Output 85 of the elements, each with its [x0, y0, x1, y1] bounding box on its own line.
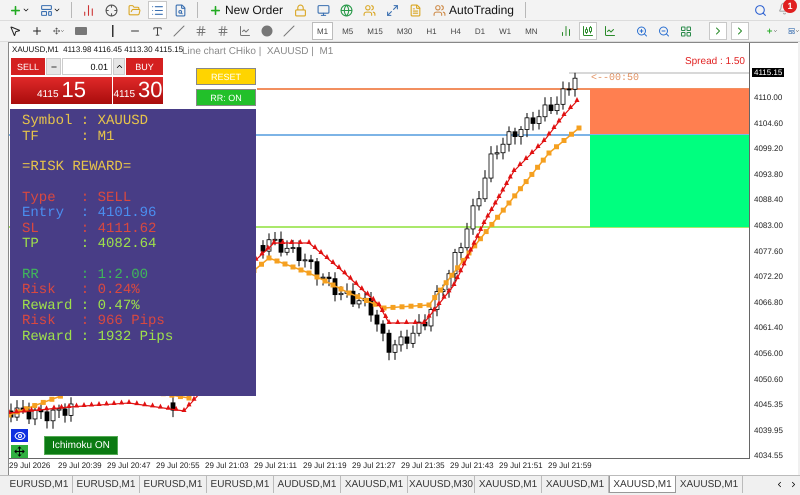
candlestick-icon[interactable] [578, 22, 597, 40]
time-tick: 29 Jul 21:35 [401, 461, 445, 470]
chart-tab[interactable]: XAUUSD,M30 [408, 476, 475, 493]
new-order-button[interactable]: New Order [205, 1, 288, 19]
timeframe-button[interactable]: MN [520, 22, 543, 40]
countdown-label: <--00:50 [591, 73, 640, 84]
time-tick: 29 Jul 21:03 [205, 461, 249, 470]
info-line: Reward : 1932 Pips [22, 330, 174, 345]
autoscroll-icon[interactable] [730, 22, 749, 40]
increase-lot-button[interactable] [113, 58, 125, 75]
info-line: Risk : 966 Pips [22, 314, 166, 330]
time-tick: 29 Jul 21:51 [499, 461, 543, 470]
list-icon[interactable] [148, 1, 167, 19]
chart-tab[interactable]: XAUUSD,M1 [341, 476, 408, 493]
info-line: Symbol : XAUUSD [22, 114, 150, 130]
notification-button[interactable]: 1 [774, 1, 794, 19]
current-price-label: 4115.15 [752, 68, 784, 77]
chart-tab[interactable]: XAUUSD,M1 [676, 476, 743, 493]
timeframe-button[interactable]: M1 [312, 22, 334, 40]
time-tick: 29 Jul 21:27 [352, 461, 396, 470]
timeframe-button[interactable]: M5 [337, 22, 358, 40]
chart-tab[interactable]: EURUSD,M1 [73, 476, 140, 493]
notification-badge: 1 [783, 0, 797, 13]
chart-tab[interactable]: XAUUSD,M1 [475, 476, 542, 493]
price-tick: 4099.20 [754, 144, 783, 154]
spread-label: Spread : 1.50 [684, 56, 745, 67]
timeframe-button[interactable]: M15 [362, 22, 388, 40]
timeframe-button[interactable]: H4 [446, 22, 466, 40]
price-tick: 4045.35 [754, 400, 783, 410]
time-tick: 29 Jul 20:47 [107, 461, 151, 470]
info-line: =RISK REWARD= [22, 160, 132, 176]
timeframe-button[interactable]: M30 [392, 22, 418, 40]
sell-price-button[interactable]: 4115 15 [11, 77, 112, 104]
chart-tab[interactable]: AUDUSD,M1 [274, 476, 341, 493]
time-tick: 29 Jul 21:11 [254, 461, 297, 470]
price-tick: 4083.00 [754, 221, 783, 230]
time-tick: 29 Jul 21:59 [548, 461, 592, 470]
chart-shift-icon[interactable] [708, 22, 727, 40]
price-tick: 4093.80 [754, 170, 783, 179]
caret-icon [114, 62, 124, 71]
timeframe-button[interactable]: D1 [470, 22, 490, 40]
price-tick: 4034.55 [754, 451, 783, 460]
chart-tab[interactable]: EURUSD,M1 [207, 476, 274, 493]
eye-button[interactable] [10, 428, 29, 443]
price-tick: 4110.00 [754, 93, 782, 102]
price-tick: 4088.40 [754, 195, 783, 204]
plus-icon [209, 4, 222, 16]
eye-icon [14, 430, 26, 442]
price-tick: 4061.40 [754, 323, 783, 332]
time-tick: 29 Jul 2026 [9, 461, 50, 470]
ichimoku-button[interactable]: Ichimoku ON [44, 436, 118, 455]
sell-button[interactable]: SELL [11, 58, 45, 75]
time-tick: 29 Jul 21:19 [303, 461, 347, 470]
info-line: TF : M1 [22, 130, 116, 145]
info-line: Risk : 0.24% [22, 283, 141, 298]
time-tick: 29 Jul 21:43 [450, 461, 494, 470]
info-line: SL : 4111.62 [22, 222, 158, 237]
move-icon [14, 446, 25, 457]
info-line: Entry : 4101.96 [22, 206, 158, 222]
price-tick: 4066.80 [754, 298, 783, 307]
timeframe-button[interactable]: W1 [494, 22, 516, 40]
price-tick: 4056.00 [754, 349, 783, 358]
price-tick: 4050.60 [754, 374, 783, 384]
move-button[interactable] [10, 444, 29, 458]
chart-tab[interactable]: EURUSD,M1 [140, 476, 207, 493]
autotrading-button[interactable]: AutoTrading [429, 1, 518, 19]
price-tick: 4077.60 [754, 246, 783, 256]
chart-caption: Line chart CHiko | XAUUSD | M1 [182, 46, 334, 57]
price-tick: 4039.95 [754, 426, 783, 435]
users-icon [433, 4, 446, 16]
time-tick: 29 Jul 20:55 [156, 461, 200, 470]
lot-field[interactable]: 0.01 [62, 58, 112, 75]
chart-tab[interactable]: EURUSD,M1 [6, 476, 73, 493]
chart-header: XAUUSD,M1 4113.98 4116.45 4113.30 4115.15 [12, 45, 184, 54]
timeframe-button[interactable]: H1 [421, 22, 442, 40]
info-line: Type : SELL [22, 190, 132, 206]
price-tick: 4104.60 [754, 118, 783, 128]
info-line: TP : 4082.64 [22, 237, 158, 252]
chart-tab[interactable]: XAUUSD,M1 [609, 476, 676, 493]
buy-price-button[interactable]: 4115 30 [113, 77, 163, 104]
buy-button[interactable]: BUY [126, 58, 163, 75]
info-line: RR : 1:2.00 [22, 268, 150, 282]
time-tick: 29 Jul 20:39 [58, 461, 102, 470]
info-line: Reward : 0.47% [22, 298, 141, 314]
price-tick: 4072.20 [754, 272, 783, 282]
